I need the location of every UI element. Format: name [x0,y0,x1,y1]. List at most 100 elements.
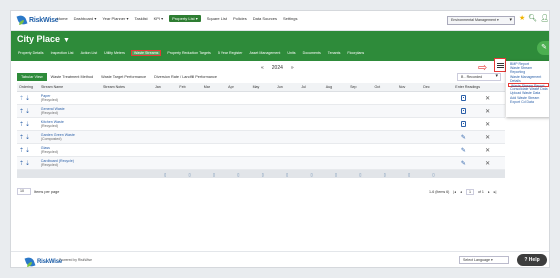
stream-name[interactable]: Cardboard (Recycle) [41,159,74,163]
stream-name[interactable]: Kitchen Waste [41,120,64,124]
subnav-item[interactable]: Property Details [17,50,45,56]
totals-document-icon[interactable]: ▯ [397,172,421,177]
move-down-icon[interactable]: ⇣ [25,122,31,128]
language-select[interactable]: Select Language ▾ [459,256,509,264]
totals-document-icon[interactable]: ▯ [299,172,323,177]
header-month[interactable]: Sep [348,85,372,89]
nav-item[interactable]: Year Planner ▾ [102,16,128,22]
subnav-item[interactable]: Utility Meters [103,50,126,56]
environment-select[interactable]: Environmental Management ▾ [447,16,515,25]
subnav-item[interactable]: Floorplans [346,50,365,56]
nav-item[interactable]: Property List ▾ [169,15,201,22]
search-icon[interactable]: 🔍︎ [528,14,537,22]
help-button[interactable]: ? Help [517,254,547,266]
menu-item[interactable]: Export Cd Data [508,100,549,104]
next-year-button[interactable]: » [291,65,294,71]
totals-document-icon[interactable]: ▯ [202,172,226,177]
view-tab[interactable]: Waste Target Performance [97,73,150,81]
header-month[interactable]: Dec [421,85,445,89]
stream-name[interactable]: Glass [41,146,50,150]
nav-item[interactable]: Square List [207,16,227,22]
edit-icon[interactable]: ✎ [461,148,466,154]
totals-document-icon[interactable]: ▯ [348,172,372,177]
stream-name-cell[interactable]: General Waste (Recycled) [39,107,100,116]
header-month[interactable]: Nov [397,85,421,89]
last-page-button[interactable]: ▸| [494,190,497,194]
prev-year-button[interactable]: « [261,65,264,71]
move-down-icon[interactable]: ⇣ [25,96,31,102]
first-page-button[interactable]: |◂ [453,190,456,194]
move-down-icon[interactable]: ⇣ [25,161,31,167]
header-month[interactable]: Jul [299,85,323,89]
totals-document-icon[interactable]: ▯ [177,172,201,177]
nav-item[interactable]: KPI ▾ [154,16,164,22]
delete-icon[interactable]: ✕ [485,122,490,128]
per-page-select[interactable]: 10 [17,188,31,195]
subnav-item[interactable]: Inspection List [50,50,75,56]
stream-name-cell[interactable]: Glass (Recycled) [39,146,100,155]
header-month[interactable]: May [251,85,275,89]
prev-page-button[interactable]: ◂ [460,190,462,194]
header-month[interactable]: Apr [226,85,250,89]
stream-name[interactable]: General Waste [41,107,65,111]
stream-name-cell[interactable]: Cardboard (Recycle) (Recycled) [39,159,100,168]
nav-item[interactable]: Settings [283,16,297,22]
move-down-icon[interactable]: ⇣ [25,109,31,115]
stream-name-cell[interactable]: Garden Green Waste (Composted) [39,133,100,142]
subnav-item[interactable]: Tenants [327,50,342,56]
totals-document-icon[interactable]: ▯ [153,172,177,177]
data-range-select[interactable]: B - Recorded [457,73,501,81]
edit-icon[interactable]: ✎ [461,135,466,141]
nav-item[interactable]: Tasklist [134,16,147,22]
subnav-item[interactable]: Units [286,50,296,56]
delete-icon[interactable]: ✕ [485,109,490,115]
totals-document-icon[interactable]: ▯ [324,172,348,177]
document-icon[interactable] [460,94,466,101]
next-page-button[interactable]: ▸ [488,190,490,194]
totals-document-icon[interactable]: ▯ [421,172,445,177]
nav-item[interactable]: Policies [233,16,247,22]
delete-icon[interactable]: ✕ [485,161,490,167]
view-tab[interactable]: Tabular View [17,73,47,81]
view-tab[interactable]: Diversion Rate / Landfill Performance [150,73,221,81]
delete-icon[interactable]: ✕ [485,135,490,141]
document-icon[interactable] [460,120,466,127]
subnav-item[interactable]: Action List [80,50,99,56]
header-month[interactable]: Oct [373,85,397,89]
subnav-item[interactable]: Asset Management [248,50,281,56]
view-tab[interactable]: Waste Treatment Method [47,73,98,81]
edit-icon[interactable]: ✎ [461,161,466,167]
header-month[interactable]: Jan [153,85,177,89]
subnav-item[interactable]: Documents [302,50,322,56]
subnav-item[interactable]: 5 Year Register [217,50,244,56]
property-title[interactable]: City Place ▼ [17,34,70,44]
stream-name-cell[interactable]: Paper (Recycled) [39,94,100,103]
stream-name-cell[interactable]: Kitchen Waste (Recycled) [39,120,100,129]
nav-item[interactable]: Data Sources [253,16,277,22]
subnav-item[interactable]: Waste Streams [130,50,162,56]
page-number[interactable]: 1 [465,189,474,195]
stream-name[interactable]: Paper [41,94,51,98]
header-month[interactable]: Feb [177,85,201,89]
header-month[interactable]: Aug [324,85,348,89]
subnav-item[interactable]: Property Reduction Targets [166,50,211,56]
totals-document-icon[interactable]: ▯ [251,172,275,177]
totals-document-icon[interactable]: ▯ [275,172,299,177]
nav-item[interactable]: Dashboard ▾ [74,16,97,22]
user-icon[interactable]: 👤︎ [540,14,549,22]
header-month[interactable]: Jun [275,85,299,89]
hamburger-menu-button[interactable] [494,58,506,72]
move-down-icon[interactable]: ⇣ [25,148,31,154]
totals-document-icon[interactable]: ▯ [226,172,250,177]
star-icon[interactable]: ★ [519,14,525,22]
delete-icon[interactable]: ✕ [485,96,490,102]
totals-document-icon[interactable]: ▯ [373,172,397,177]
document-icon[interactable] [460,107,466,114]
delete-icon[interactable]: ✕ [485,148,490,154]
header-month[interactable]: Mar [202,85,226,89]
stream-name[interactable]: Garden Green Waste [41,133,75,137]
nav-item[interactable]: Home [57,16,68,22]
side-action-icon[interactable]: ✎ [537,41,549,55]
app-logo[interactable]: RiskWise [17,13,59,27]
move-down-icon[interactable]: ⇣ [25,135,31,141]
